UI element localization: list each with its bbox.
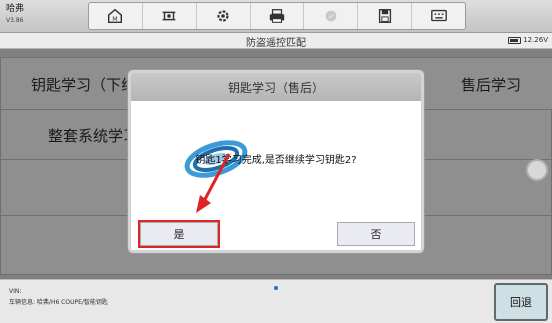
- save-icon: [378, 9, 391, 23]
- vehicle-lift-button[interactable]: [143, 3, 197, 29]
- brand-name: 哈弗: [6, 4, 25, 14]
- battery-status: 12.26V: [508, 36, 548, 44]
- page-title: 防盗遥控匹配: [246, 38, 306, 49]
- printer-icon: [269, 9, 285, 23]
- back-button[interactable]: 回退: [494, 283, 548, 321]
- settings-button[interactable]: [197, 3, 251, 29]
- settings-icon: [217, 10, 229, 22]
- title-bar: 防盗遥控匹配 12.26V: [0, 33, 552, 49]
- footer: VIN: 车辆信息: 哈弗/H6 COUPE/智能钥匙 回退: [0, 279, 552, 323]
- vin-label: VIN:: [9, 288, 22, 295]
- print-button[interactable]: [251, 3, 305, 29]
- vehicle-lift-icon: [162, 11, 176, 21]
- top-bar: 哈弗 V3.86 M: [0, 0, 552, 33]
- no-button[interactable]: 否: [337, 222, 415, 246]
- scroll-handle[interactable]: [526, 159, 548, 181]
- annotation-arrow-icon: [196, 153, 231, 213]
- confirm-dialog: 钥匙学习（售后） 钥匙1学习完成,是否继续学习钥匙2? 是 否: [128, 70, 424, 253]
- brand: 哈弗 V3.86: [6, 4, 24, 26]
- home-button[interactable]: M: [89, 3, 143, 29]
- page-indicator: [274, 286, 278, 290]
- disabled-check-icon: [325, 10, 337, 22]
- svg-text:M: M: [113, 16, 118, 23]
- yes-button[interactable]: 是: [138, 220, 220, 248]
- battery-voltage: 12.26V: [523, 36, 548, 44]
- keyboard-button[interactable]: [412, 3, 465, 29]
- menu-item-label: 售后学习: [460, 75, 521, 94]
- menu-key-learning-aftersale[interactable]: 售后学习: [430, 57, 552, 111]
- keyboard-icon: [430, 9, 447, 22]
- vehicle-info: VIN: 车辆信息: 哈弗/H6 COUPE/智能钥匙: [9, 286, 108, 308]
- vehicle-info-text: 车辆信息: 哈弗/H6 COUPE/智能钥匙: [9, 299, 108, 306]
- disabled-button[interactable]: [304, 3, 359, 29]
- battery-icon: [508, 36, 522, 44]
- toolbar: M: [88, 2, 466, 30]
- home-icon: M: [108, 8, 123, 24]
- dialog-title: 钥匙学习（售后）: [131, 73, 421, 101]
- menu-item-label: 整套系统学习: [48, 126, 139, 145]
- save-button[interactable]: [358, 3, 413, 29]
- dialog-message: 钥匙1学习完成,是否继续学习钥匙2?: [195, 155, 357, 166]
- version-label: V3.86: [6, 17, 24, 24]
